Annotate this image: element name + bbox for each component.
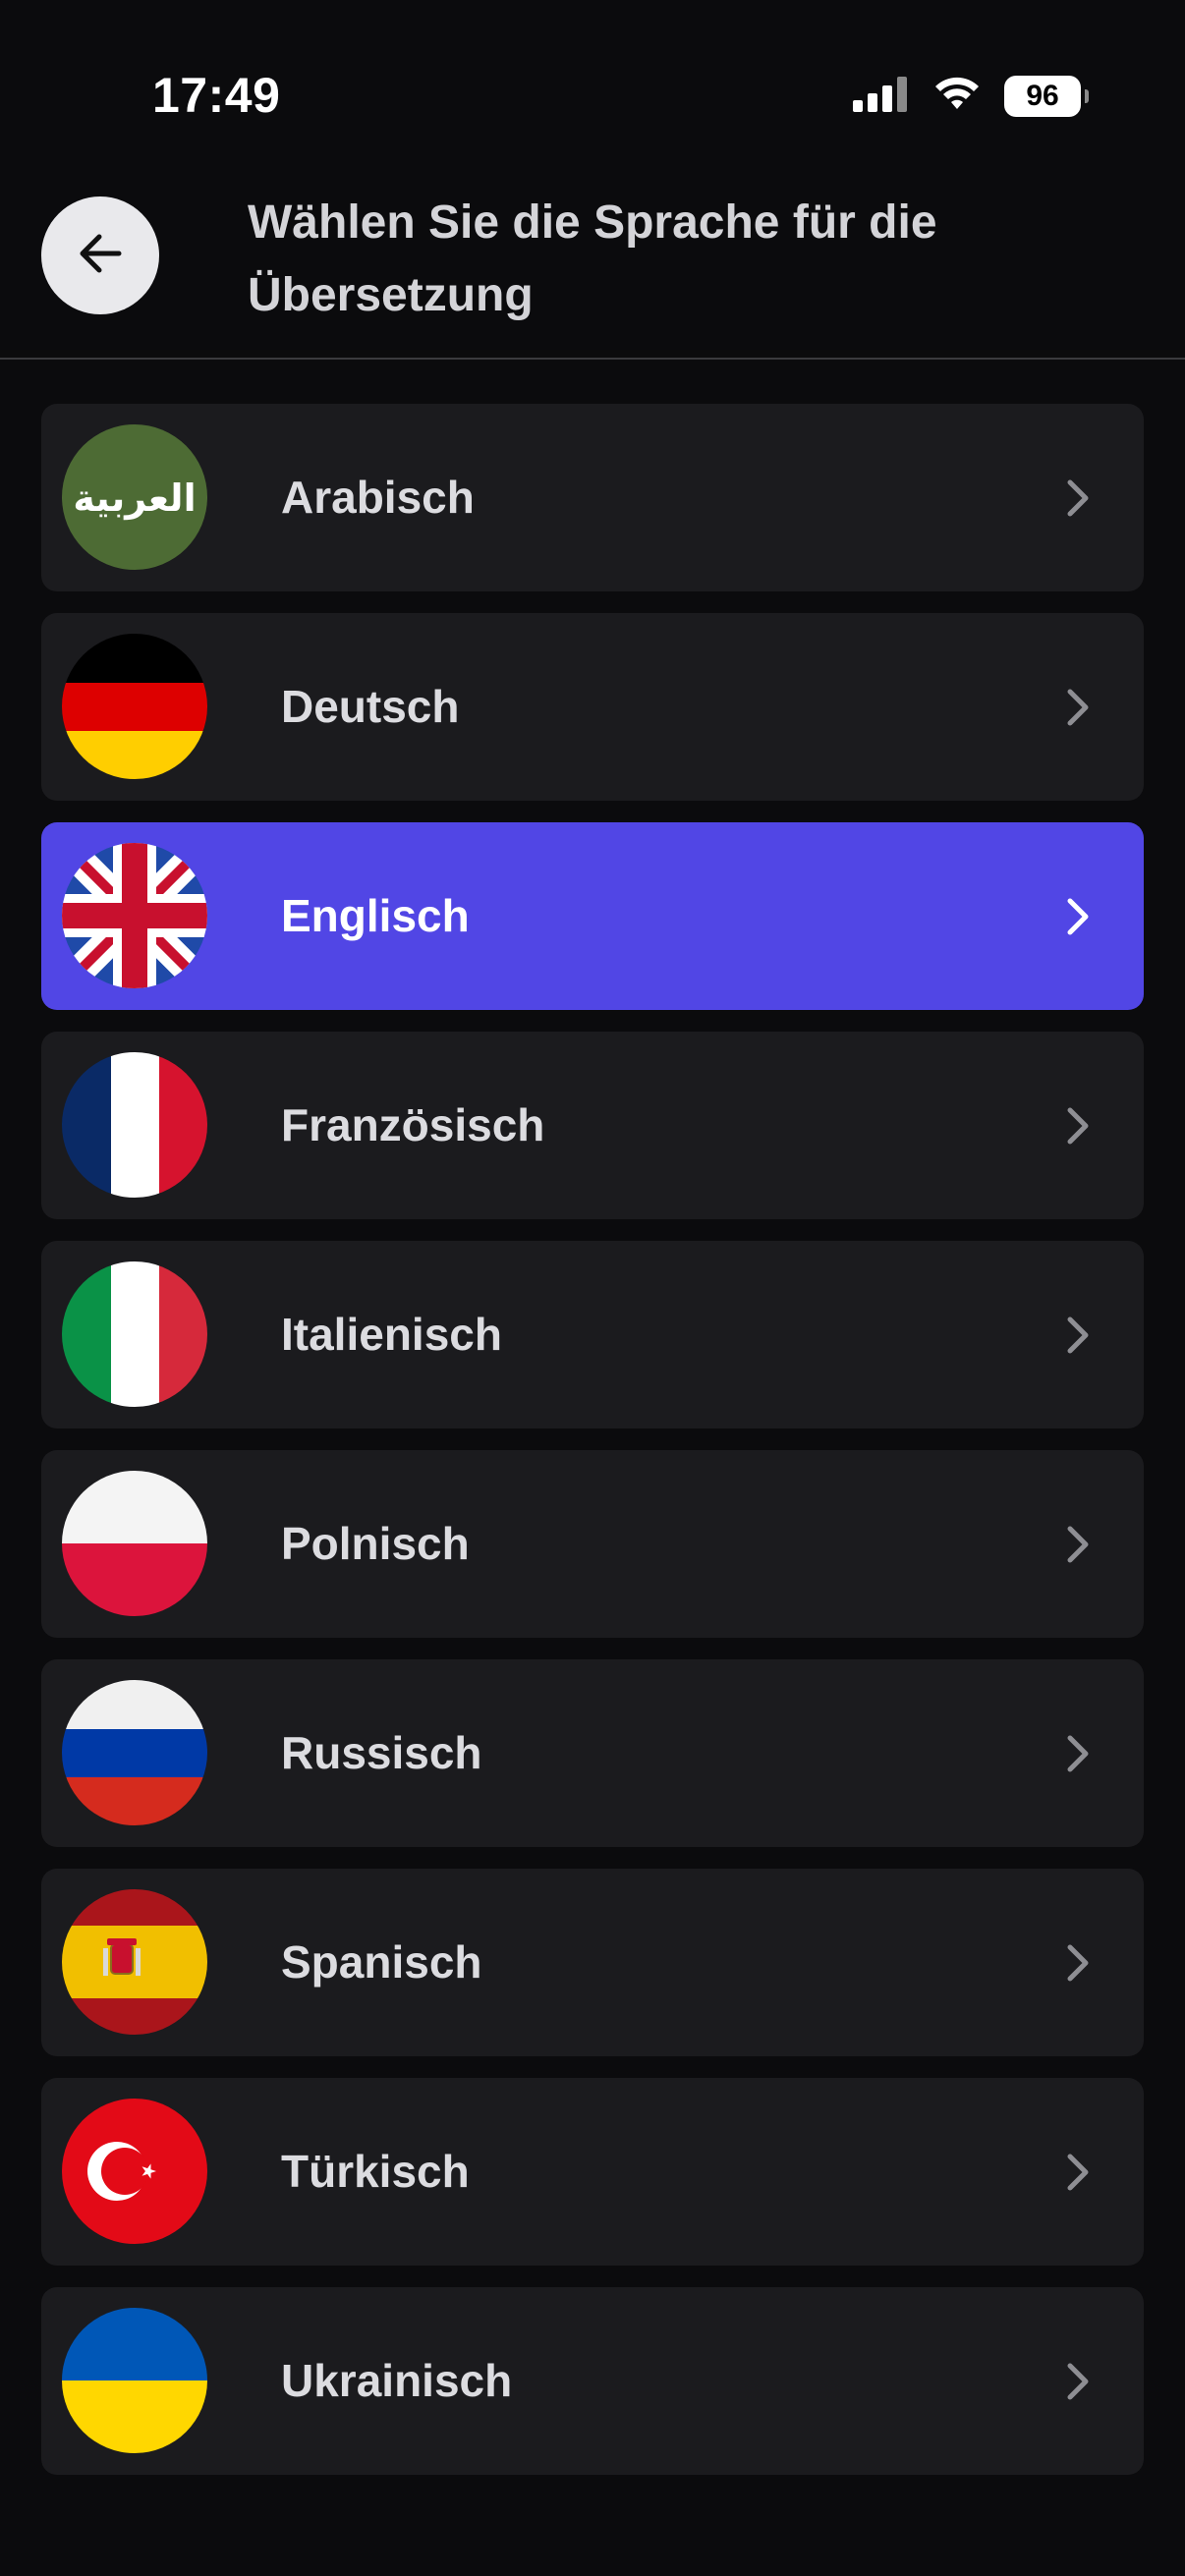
- language-list: العربية Arabisch Deutsch Englisch Franzö…: [41, 404, 1144, 2496]
- chevron-right-icon: [1067, 1526, 1089, 1563]
- chevron-right-icon: [1067, 1107, 1089, 1145]
- arabic-script-flag-icon: العربية: [62, 424, 207, 570]
- poland-flag-icon: [62, 1471, 207, 1616]
- language-row-polnisch[interactable]: Polnisch: [41, 1450, 1144, 1638]
- france-flag-icon: [62, 1052, 207, 1198]
- language-row-russisch[interactable]: Russisch: [41, 1659, 1144, 1847]
- chevron-right-icon: [1067, 479, 1089, 517]
- language-label: Ukrainisch: [281, 2355, 513, 2406]
- language-label: Polnisch: [281, 1518, 470, 1569]
- spain-flag-icon: [62, 1889, 207, 2035]
- turkey-flag-icon: [62, 2099, 207, 2244]
- chevron-right-icon: [1067, 689, 1089, 726]
- language-row-ukrainisch[interactable]: Ukrainisch: [41, 2287, 1144, 2475]
- language-label: Italienisch: [281, 1309, 502, 1360]
- chevron-right-icon: [1067, 2154, 1089, 2191]
- battery-icon: 96: [1004, 76, 1089, 117]
- language-row-spanisch[interactable]: Spanisch: [41, 1869, 1144, 2056]
- language-label: Spanisch: [281, 1936, 482, 1988]
- language-label: Türkisch: [281, 2146, 470, 2197]
- language-row-tuerkisch[interactable]: Türkisch: [41, 2078, 1144, 2266]
- language-label: Französisch: [281, 1099, 545, 1150]
- germany-flag-icon: [62, 634, 207, 779]
- language-label: Arabisch: [281, 472, 475, 523]
- language-row-franzoesisch[interactable]: Französisch: [41, 1032, 1144, 1219]
- language-label: Englisch: [281, 890, 470, 941]
- svg-text:العربية: العربية: [73, 476, 196, 520]
- russia-flag-icon: [62, 1680, 207, 1825]
- chevron-right-icon: [1067, 2363, 1089, 2400]
- language-row-arabisch[interactable]: العربية Arabisch: [41, 404, 1144, 591]
- language-row-deutsch[interactable]: Deutsch: [41, 613, 1144, 801]
- language-row-italienisch[interactable]: Italienisch: [41, 1241, 1144, 1428]
- signal-icon: [853, 76, 910, 117]
- status-icons: 96: [853, 71, 1089, 122]
- wifi-icon: [931, 76, 983, 118]
- arrow-left-icon: [76, 232, 125, 280]
- status-bar: 17:49 96: [0, 0, 1185, 187]
- language-row-englisch[interactable]: Englisch: [41, 822, 1144, 1010]
- page-title: Wählen Sie die Sprache für die Übersetzu…: [248, 196, 937, 321]
- status-time: 17:49: [152, 68, 281, 123]
- back-button[interactable]: [41, 196, 159, 314]
- italy-flag-icon: [62, 1261, 207, 1407]
- chevron-right-icon: [1067, 1316, 1089, 1354]
- chevron-right-icon: [1067, 1735, 1089, 1772]
- ukraine-flag-icon: [62, 2308, 207, 2453]
- chevron-right-icon: [1067, 898, 1089, 935]
- chevron-right-icon: [1067, 1944, 1089, 1982]
- language-label: Russisch: [281, 1727, 482, 1778]
- uk-flag-icon: [62, 843, 207, 988]
- language-label: Deutsch: [281, 681, 460, 732]
- header: Wählen Sie die Sprache für die Übersetzu…: [0, 187, 1185, 360]
